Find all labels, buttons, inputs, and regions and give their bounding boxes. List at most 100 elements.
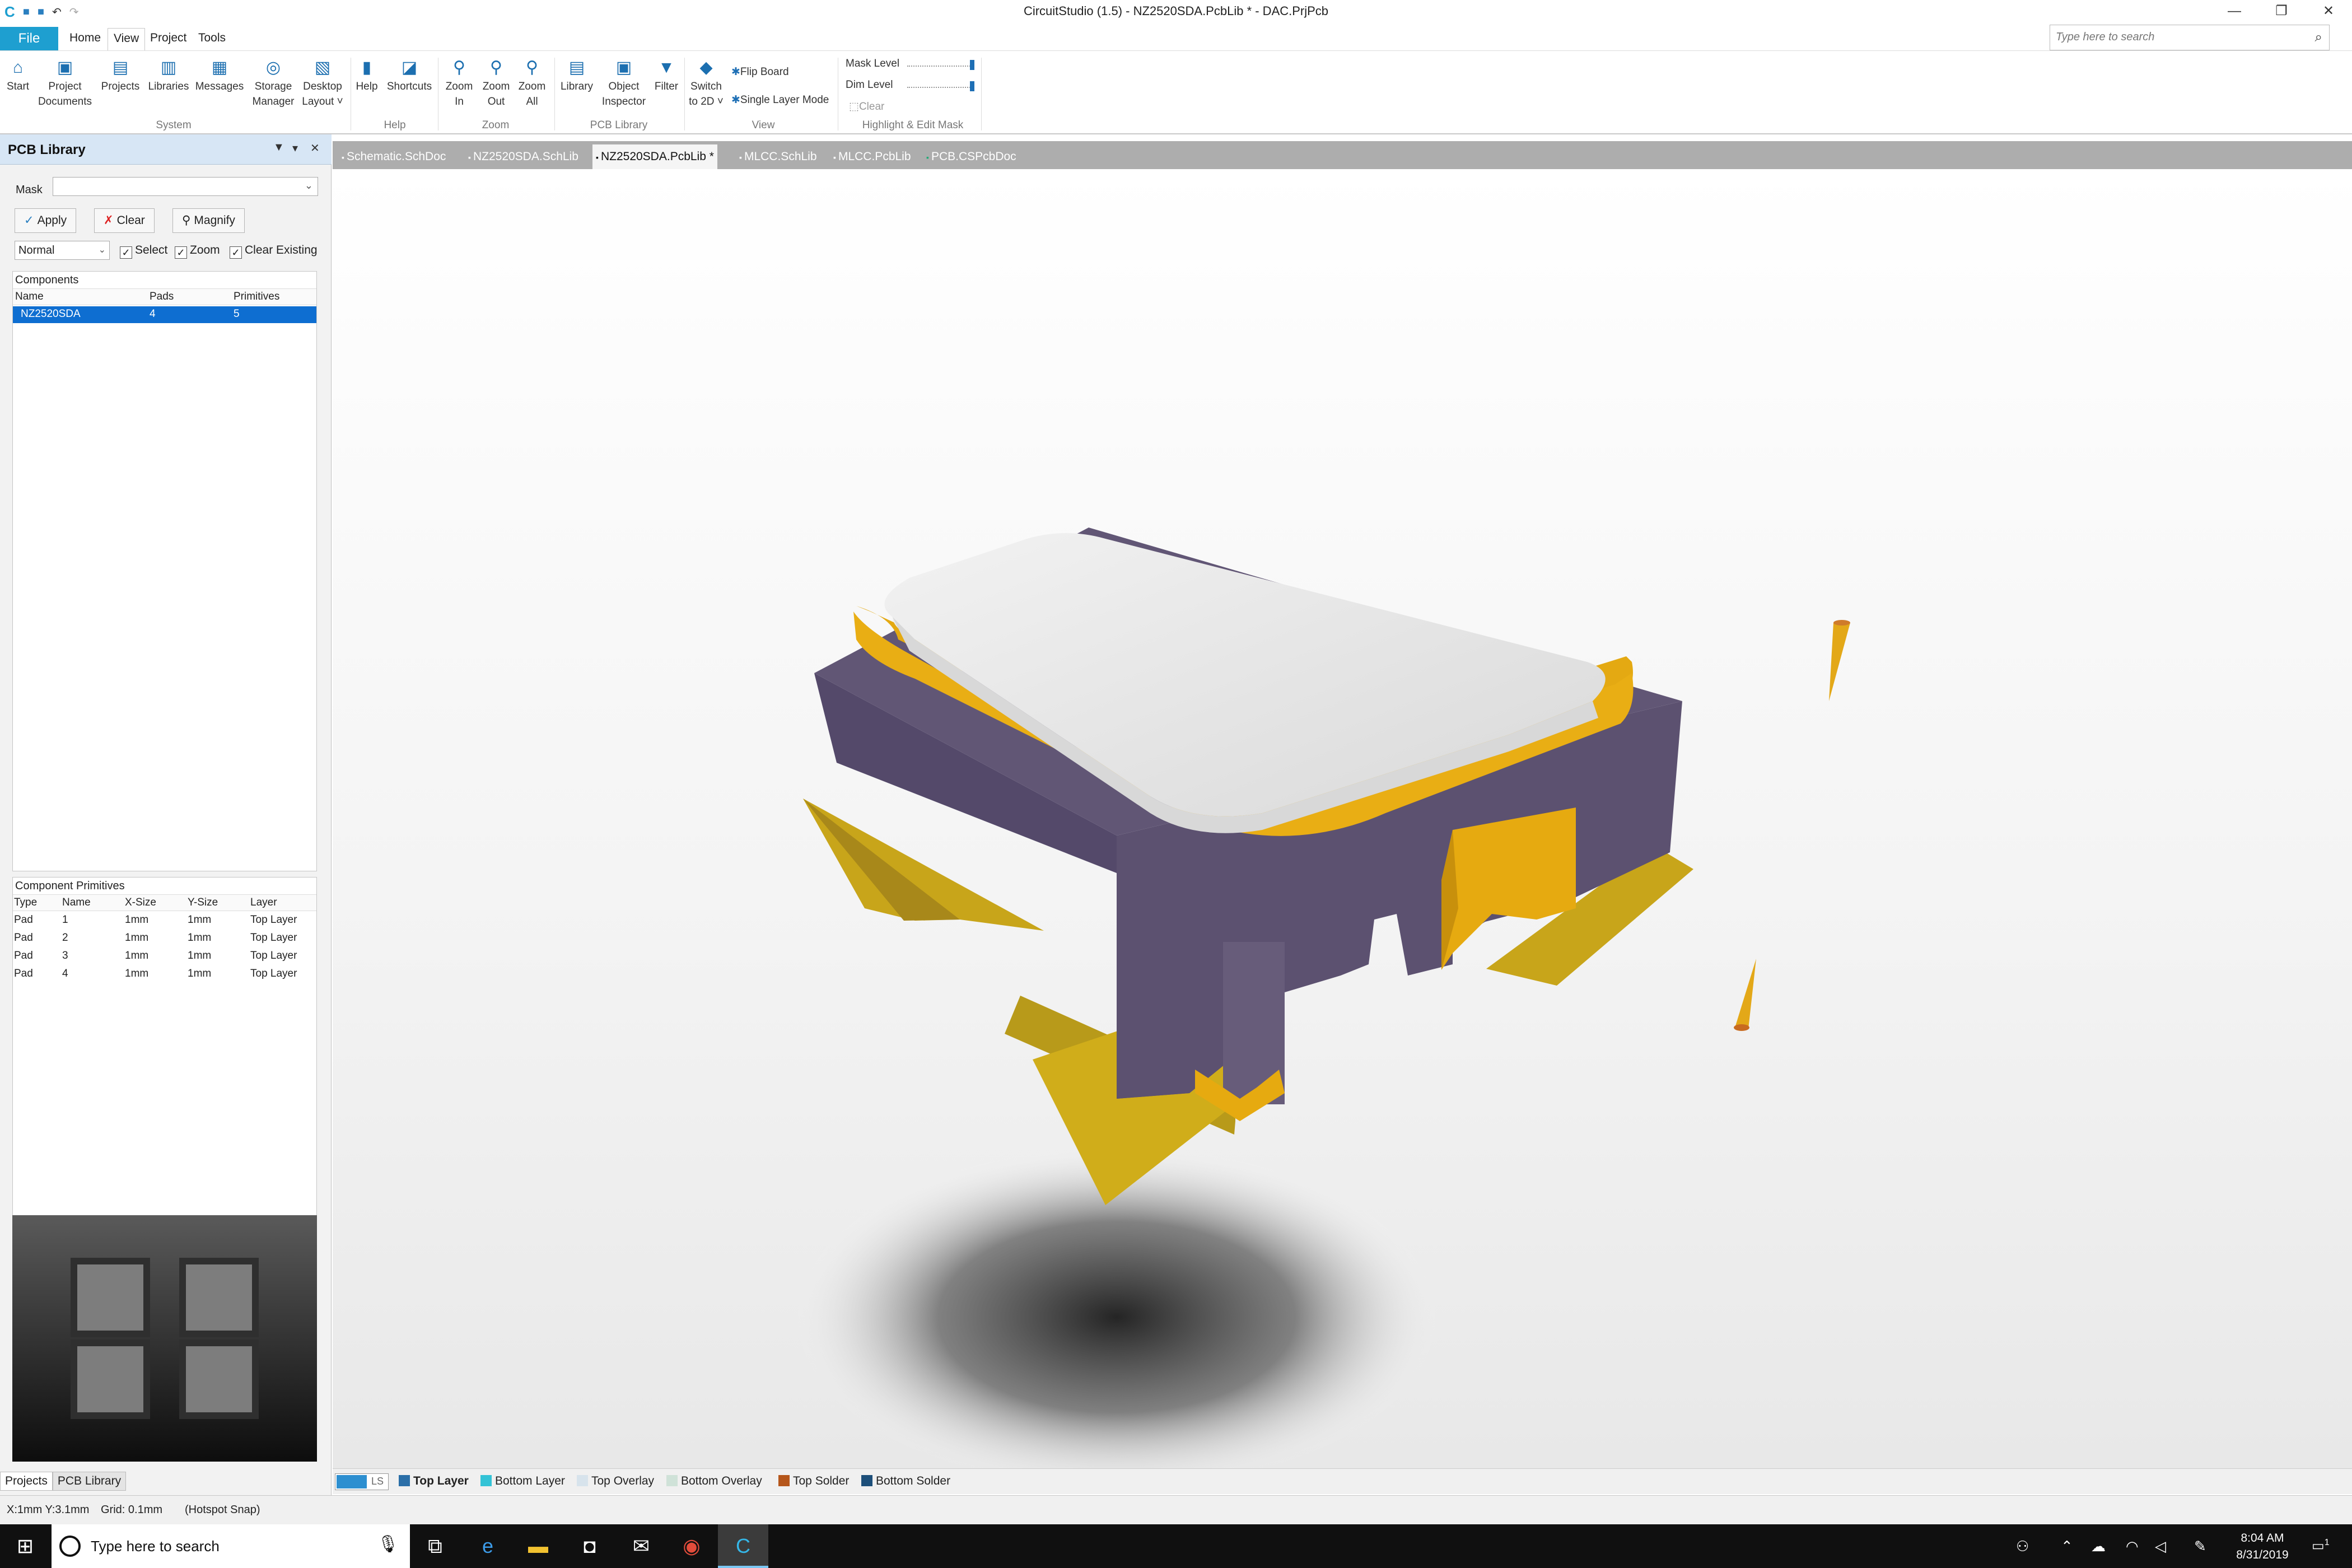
zoom-out-button[interactable]: ⚲ Zoom Out <box>479 59 513 109</box>
task-view-icon[interactable]: ⧉ <box>410 1524 460 1568</box>
layer-tab-bottom-layer[interactable]: Bottom Layer <box>480 1474 565 1488</box>
mode-dropdown[interactable]: Normal ⌄ <box>15 241 110 260</box>
libraries-button[interactable]: ▥ Libraries <box>144 59 193 94</box>
desktop-layout-button[interactable]: ▧ Desktop Layout ˅ <box>299 59 346 109</box>
taskbar-clock[interactable]: 8:04 AM 8/31/2019 <box>2218 1530 2307 1564</box>
app-icon[interactable]: C <box>4 3 15 21</box>
messages-button[interactable]: ▦ Messages <box>194 59 245 94</box>
doc-tab-schematic[interactable]: ▪ Schematic.SchDoc <box>338 144 449 169</box>
people-icon[interactable]: ⚇ <box>2016 1538 2029 1555</box>
restore-button[interactable]: ❐ <box>2258 0 2305 22</box>
column-header-y-size[interactable]: Y-Size <box>188 897 218 909</box>
microphone-icon[interactable]: 🎙 <box>377 1534 399 1554</box>
clear-mask-button[interactable]: ⬚Clear <box>849 100 884 113</box>
table-row[interactable]: Pad 1 1mm 1mm Top Layer <box>13 912 316 929</box>
storage-manager-button[interactable]: ◎ Storage Manager <box>249 59 298 109</box>
doc-tab-mlcc-schlib[interactable]: ▪ MLCC.SchLib <box>736 144 820 169</box>
project-documents-button[interactable]: ▣ Project Documents <box>37 59 93 109</box>
layer-tab-top-layer[interactable]: Top Layer <box>399 1474 469 1488</box>
save-all-icon[interactable]: ■ <box>38 6 44 18</box>
column-header-type[interactable]: Type <box>14 897 37 909</box>
mask-level-slider[interactable] <box>907 60 974 70</box>
onedrive-icon[interactable]: ☁ <box>2091 1538 2106 1555</box>
zoom-in-button[interactable]: ⚲ Zoom In <box>442 59 476 109</box>
pin-icon[interactable]: ▾ <box>292 141 298 155</box>
flip-board-button[interactable]: ✱Flip Board <box>731 66 789 78</box>
file-explorer-icon[interactable]: ▬ <box>513 1524 563 1568</box>
clear-button[interactable]: ✗ Clear <box>94 208 155 233</box>
notifications-icon[interactable]: ▭1 <box>2312 1538 2330 1554</box>
network-icon[interactable]: ◠ <box>2126 1538 2139 1555</box>
search-box[interactable]: Type here to search ⌕ <box>2050 25 2330 50</box>
mail-icon[interactable]: ✉ <box>616 1524 666 1568</box>
slider-thumb[interactable] <box>970 60 974 70</box>
redo-icon[interactable]: ↷ <box>69 5 79 19</box>
panel-menu-icon[interactable]: ▼ <box>273 141 284 154</box>
dim-level-slider[interactable] <box>907 81 974 91</box>
layer-tab-bottom-solder[interactable]: Bottom Solder <box>861 1474 950 1488</box>
table-row[interactable]: Pad 4 1mm 1mm Top Layer <box>13 966 316 983</box>
table-row[interactable]: NZ2520SDA 4 5 <box>13 306 316 323</box>
show-hidden-icons-icon[interactable]: ⌃ <box>2061 1538 2073 1555</box>
projects-button[interactable]: ▤ Projects <box>96 59 144 94</box>
taskbar-search[interactable]: Type here to search 🎙 <box>52 1524 410 1568</box>
panel-close-icon[interactable]: ✕ <box>310 141 320 155</box>
chevron-down-icon[interactable]: ⌄ <box>305 180 313 192</box>
store-icon[interactable]: ◘ <box>564 1524 615 1568</box>
tab-home[interactable]: Home <box>69 31 101 45</box>
shortcuts-button[interactable]: ◪ Shortcuts <box>384 59 435 94</box>
edge-browser-icon[interactable]: e <box>463 1524 513 1568</box>
tab-pcb-library[interactable]: PCB Library <box>52 1472 127 1491</box>
start-button[interactable]: ⌂ Start <box>4 59 31 94</box>
undo-icon[interactable]: ↶ <box>52 5 62 19</box>
column-header-layer[interactable]: Layer <box>250 897 277 909</box>
doc-tab-mlcc-pcblib[interactable]: ▪ MLCC.PcbLib <box>830 144 914 169</box>
search-icon[interactable]: ⌕ <box>2315 30 2322 45</box>
column-header-x-size[interactable]: X-Size <box>125 897 156 909</box>
magnify-button[interactable]: ⚲ Magnify <box>172 208 245 233</box>
3d-viewport[interactable] <box>333 169 2352 1491</box>
table-row[interactable]: Pad 2 1mm 1mm Top Layer <box>13 930 316 947</box>
doc-tab-pcb-cspcbdoc[interactable]: ▪ PCB.CSPcbDoc <box>923 144 1020 169</box>
clear-existing-checkbox[interactable]: ✓ Clear Existing <box>230 243 318 259</box>
mask-input[interactable]: ⌄ <box>53 177 318 196</box>
layer-color-swatch[interactable]: LS <box>335 1473 389 1490</box>
layer-tab-top-overlay[interactable]: Top Overlay <box>577 1474 654 1488</box>
switch-to-2d-button[interactable]: ◆ Switch to 2D ˅ <box>687 59 726 109</box>
document-icon: ▪ <box>739 153 742 162</box>
tab-projects[interactable]: Projects <box>0 1472 53 1491</box>
pen-icon[interactable]: ✎ <box>2194 1538 2206 1555</box>
close-button[interactable]: ✕ <box>2305 0 2352 22</box>
slider-thumb[interactable] <box>970 81 974 91</box>
minimize-button[interactable]: — <box>2211 0 2258 22</box>
object-inspector-button[interactable]: ▣ Object Inspector <box>598 59 650 109</box>
doc-tab-nz2520sda-schlib[interactable]: ▪ NZ2520SDA.SchLib <box>465 144 582 169</box>
chrome-icon[interactable]: ◉ <box>666 1524 717 1568</box>
file-menu-button[interactable]: File <box>0 27 58 50</box>
doc-tab-nz2520sda-pcblib[interactable]: ▪ NZ2520SDA.PcbLib * <box>592 144 717 169</box>
layer-tab-bottom-overlay[interactable]: Bottom Overlay <box>666 1474 762 1488</box>
table-row[interactable]: Pad 3 1mm 1mm Top Layer <box>13 948 316 965</box>
help-button[interactable]: ▮ Help <box>353 59 381 94</box>
zoom-checkbox[interactable]: ✓ Zoom <box>175 243 220 259</box>
select-checkbox[interactable]: ✓ Select <box>120 243 167 259</box>
tab-project[interactable]: Project <box>150 31 186 45</box>
column-header-name[interactable]: Name <box>62 897 91 909</box>
column-header-name[interactable]: Name <box>15 291 44 303</box>
layer-tab-top-solder[interactable]: Top Solder <box>778 1474 849 1488</box>
save-icon[interactable]: ■ <box>23 6 30 18</box>
zoom-all-button[interactable]: ⚲ Zoom All <box>515 59 549 109</box>
column-header-pads[interactable]: Pads <box>150 291 174 303</box>
library-button[interactable]: ▤ Library <box>557 59 597 94</box>
tab-tools[interactable]: Tools <box>198 31 226 45</box>
apply-button[interactable]: ✓ Apply <box>15 208 77 233</box>
single-layer-mode-button[interactable]: ✱Single Layer Mode <box>731 94 829 106</box>
footprint-preview[interactable] <box>12 1215 317 1462</box>
filter-button[interactable]: ▼ Filter <box>651 59 682 94</box>
circuitstudio-taskbar-icon[interactable]: C <box>718 1524 768 1568</box>
cortana-icon <box>59 1536 81 1557</box>
tab-view[interactable]: View <box>108 28 146 50</box>
windows-start-icon[interactable]: ⊞ <box>0 1524 50 1568</box>
volume-icon[interactable]: ◁ <box>2155 1538 2166 1555</box>
column-header-primitives[interactable]: Primitives <box>234 291 279 303</box>
